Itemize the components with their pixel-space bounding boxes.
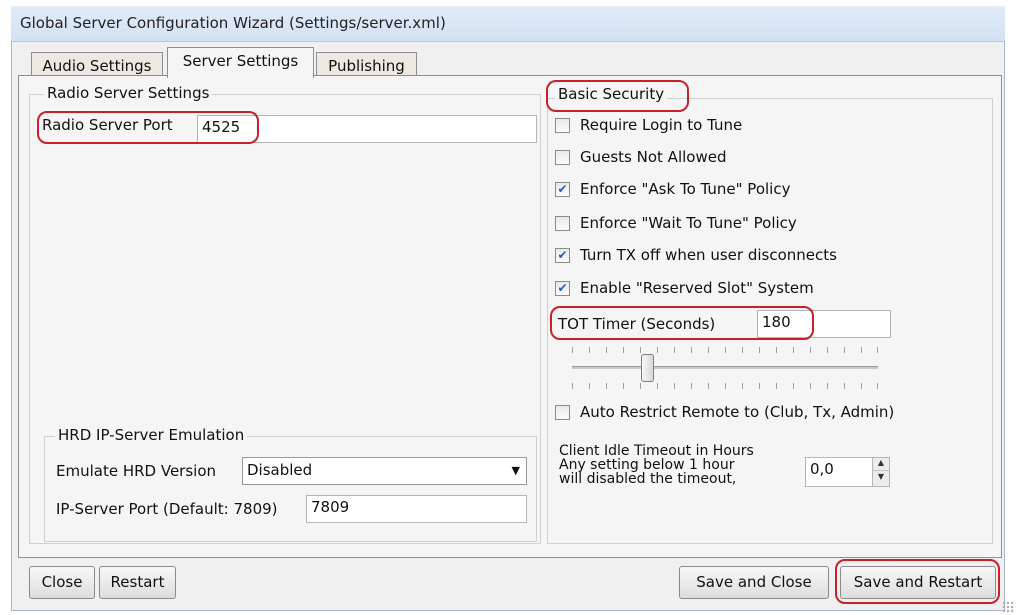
resize-grip-icon[interactable] (1002, 601, 1014, 613)
radio-server-group-title: Radio Server Settings (44, 84, 213, 102)
idle-timeout-label: Client Idle Timeout in Hours Any setting… (559, 443, 754, 487)
checkmark-icon: ✔ (557, 182, 568, 196)
title-bar: Global Server Configuration Wizard (Sett… (11, 6, 1005, 42)
slider-ticks-bottom (572, 383, 878, 389)
close-button[interactable]: Close (29, 566, 95, 599)
save-and-restart-button[interactable]: Save and Restart (840, 566, 996, 599)
checkbox-box[interactable]: ✔ (555, 181, 570, 197)
ip-server-port-label: IP-Server Port (Default: 7809) (56, 500, 278, 518)
hrd-emulation-group (44, 436, 537, 542)
arrow-up-icon[interactable]: ▲ (873, 458, 889, 471)
checkbox-box[interactable]: ✔ (555, 280, 570, 296)
basic-security-title: Basic Security (555, 85, 668, 103)
radio-server-port-input[interactable]: 4525 (197, 115, 537, 143)
chevron-down-icon: ▼ (511, 464, 520, 477)
require-login-checkbox[interactable]: Require Login to Tune (555, 115, 742, 135)
tot-timer-input[interactable]: 180 (757, 310, 891, 338)
tot-slider-thumb[interactable] (641, 354, 654, 382)
ip-server-port-input[interactable]: 7809 (306, 495, 527, 523)
tot-timer-label: TOT Timer (Seconds) (558, 315, 716, 333)
wait-to-tune-checkbox[interactable]: Enforce "Wait To Tune" Policy (555, 213, 797, 233)
checkmark-icon: ✔ (557, 281, 568, 295)
hrd-group-title: HRD IP-Server Emulation (55, 426, 248, 444)
arrow-down-icon[interactable]: ▼ (873, 472, 889, 485)
emulate-hrd-select[interactable]: Disabled ▼ (242, 457, 527, 485)
idle-timeout-spinner[interactable]: ▲ ▼ (872, 458, 889, 486)
emulate-hrd-label: Emulate HRD Version (56, 462, 217, 480)
checkmark-icon: ✔ (557, 248, 568, 262)
tab-server-settings[interactable]: Server Settings (167, 47, 314, 78)
slider-ticks-top (572, 347, 878, 353)
checkbox-box[interactable] (555, 149, 570, 165)
reserved-slot-checkbox[interactable]: ✔ Enable "Reserved Slot" System (555, 278, 814, 298)
restart-button[interactable]: Restart (99, 566, 176, 599)
checkbox-box[interactable] (555, 215, 570, 231)
auto-restrict-checkbox[interactable]: Auto Restrict Remote to (Club, Tx, Admin… (555, 402, 894, 422)
checkbox-box[interactable] (555, 117, 570, 133)
emulate-hrd-value: Disabled (247, 461, 313, 479)
ask-to-tune-checkbox[interactable]: ✔ Enforce "Ask To Tune" Policy (555, 179, 790, 199)
tot-slider-track[interactable] (572, 366, 878, 369)
window-title: Global Server Configuration Wizard (Sett… (20, 14, 446, 32)
checkbox-box[interactable] (555, 404, 570, 420)
checkbox-box[interactable]: ✔ (555, 247, 570, 263)
radio-server-port-label: Radio Server Port (42, 116, 173, 134)
turn-tx-off-checkbox[interactable]: ✔ Turn TX off when user disconnects (555, 245, 837, 265)
save-and-close-button[interactable]: Save and Close (679, 566, 829, 599)
guests-not-allowed-checkbox[interactable]: Guests Not Allowed (555, 147, 726, 167)
